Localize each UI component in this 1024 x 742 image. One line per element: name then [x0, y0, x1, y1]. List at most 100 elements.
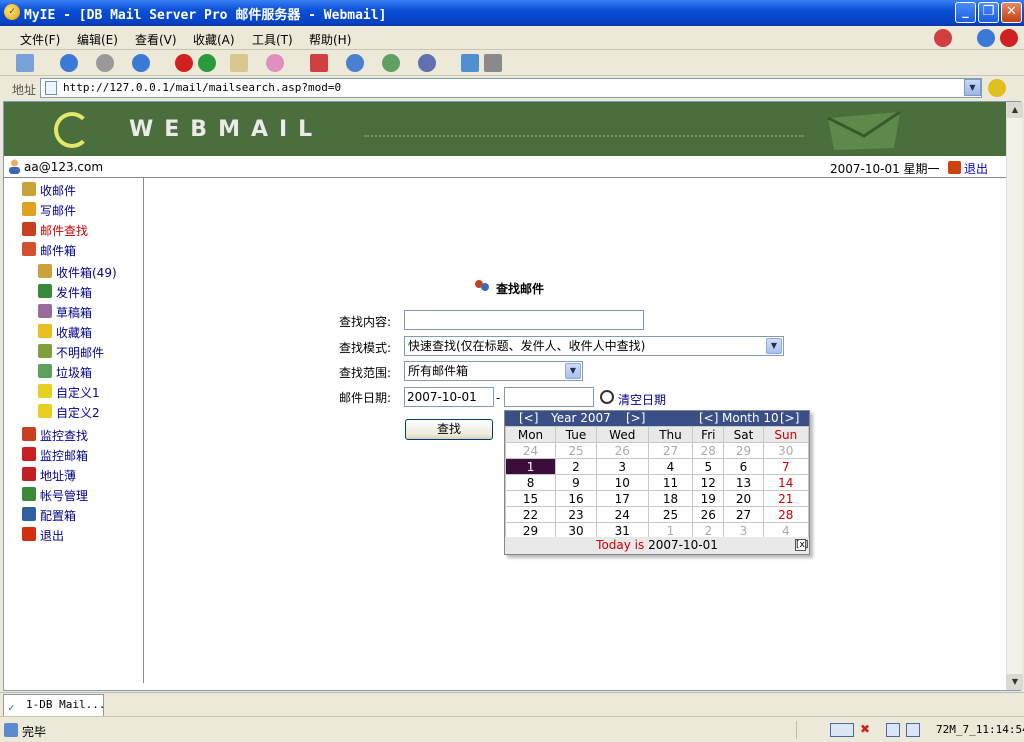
popup-blocker-icon[interactable]: [830, 723, 854, 737]
close-window-button[interactable]: ✕: [1001, 2, 1022, 23]
scroll-down-icon[interactable]: ▼: [1007, 674, 1023, 690]
scroll-up-icon[interactable]: ▲: [1007, 102, 1023, 118]
calendar-day[interactable]: 25: [555, 442, 597, 459]
search-mode-select[interactable]: 快速查找(仅在标题、发件人、收件人中查找) ▼: [404, 336, 784, 356]
calendar-day[interactable]: 30: [762, 442, 810, 459]
calendar-day[interactable]: 24: [504, 442, 557, 459]
block-icon[interactable]: ✖: [860, 722, 870, 736]
ghost-icon[interactable]: [266, 54, 284, 72]
search-button[interactable]: 查找: [405, 419, 493, 440]
clear-date-link[interactable]: 清空日期: [618, 391, 666, 408]
minimize-button[interactable]: _: [955, 2, 976, 23]
date-picker-calendar: [<] Year 2007 [>] [<] Month 10 [>] Mon Tu…: [504, 410, 810, 555]
page-status-icon: [4, 723, 18, 737]
calendar-day[interactable]: 2: [555, 458, 597, 475]
menu-help[interactable]: 帮助(H): [309, 31, 351, 48]
weekday-header: Thu: [647, 426, 694, 443]
close-all-icon[interactable]: [1000, 29, 1018, 47]
refresh-icon[interactable]: [198, 54, 216, 72]
calendar-day[interactable]: 22: [504, 506, 557, 523]
calendar-day[interactable]: 12: [692, 474, 725, 491]
favorites-icon[interactable]: [382, 54, 400, 72]
address-dropdown-icon[interactable]: ▼: [964, 79, 981, 96]
calendar-day[interactable]: 4: [647, 458, 694, 475]
tab-db-mail[interactable]: ✓ 1-DB Mail...: [3, 694, 105, 716]
calendar-day[interactable]: 23: [555, 506, 597, 523]
chevron-down-icon[interactable]: ▼: [565, 363, 581, 379]
menu-tools[interactable]: 工具(T): [252, 31, 293, 48]
stop-icon[interactable]: [175, 54, 193, 72]
menu-file[interactable]: 文件(F): [20, 31, 60, 48]
search-scope-select[interactable]: 所有邮件箱 ▼: [404, 361, 583, 381]
calendar-day[interactable]: 1: [504, 458, 557, 475]
calendar-day[interactable]: 20: [723, 490, 764, 507]
calendar-close-button[interactable]: [x]: [795, 539, 808, 551]
calendar-day[interactable]: 8: [504, 474, 557, 491]
prev-month-button[interactable]: [<]: [699, 411, 718, 426]
calendar-day[interactable]: 26: [692, 506, 725, 523]
calendar-day[interactable]: 6: [723, 458, 764, 475]
calendar-day[interactable]: 24: [595, 506, 649, 523]
window-title: MyIE - [DB Mail Server Pro 邮件服务器 - Webma…: [24, 8, 387, 23]
new-window-icon[interactable]: [16, 54, 34, 72]
date-label: 邮件日期:: [339, 391, 392, 405]
vertical-scrollbar[interactable]: ▲ ▼: [1006, 102, 1023, 690]
calendar-day[interactable]: 25: [647, 506, 694, 523]
chevron-down-icon[interactable]: ▼: [766, 338, 782, 354]
window-icon[interactable]: [461, 54, 479, 72]
window-list-icon[interactable]: [886, 723, 900, 737]
calendar-day[interactable]: 15: [504, 490, 557, 507]
calendar-day[interactable]: 18: [647, 490, 694, 507]
calendar-day[interactable]: 9: [555, 474, 597, 491]
history-icon[interactable]: [418, 54, 436, 72]
next-year-button[interactable]: [>]: [626, 411, 645, 426]
calendar-day[interactable]: 19: [692, 490, 725, 507]
tile-icon[interactable]: [906, 723, 920, 737]
calendar-day[interactable]: 28: [762, 506, 810, 523]
up-icon[interactable]: [132, 54, 150, 72]
calendar-day[interactable]: 3: [595, 458, 649, 475]
calendar-day[interactable]: 11: [647, 474, 694, 491]
next-month-button[interactable]: [>]: [780, 411, 799, 426]
calendar-day[interactable]: 27: [647, 442, 694, 459]
search-content-input[interactable]: [404, 310, 644, 330]
calendar-day[interactable]: 14: [762, 474, 810, 491]
date-to-input[interactable]: [504, 387, 594, 407]
calendar-day[interactable]: 7: [762, 458, 810, 475]
calendar-day[interactable]: 13: [723, 474, 764, 491]
calendar-day[interactable]: 28: [692, 442, 725, 459]
calendar-day[interactable]: 29: [723, 442, 764, 459]
address-input[interactable]: http://127.0.0.1/mail/mailsearch.asp?mod…: [40, 78, 982, 98]
prev-year-button[interactable]: [<]: [519, 411, 538, 426]
menu-favorites[interactable]: 收藏(A): [193, 31, 235, 48]
tab-bar: ✓ 1-DB Mail...: [0, 692, 1024, 716]
page-icon[interactable]: [230, 54, 248, 72]
back-icon[interactable]: [60, 54, 78, 72]
stop-all-icon[interactable]: [934, 29, 952, 47]
calendar-day[interactable]: 17: [595, 490, 649, 507]
go-icon[interactable]: [977, 29, 995, 47]
calendar-day[interactable]: 16: [555, 490, 597, 507]
calendar-day[interactable]: 10: [595, 474, 649, 491]
restore-button[interactable]: ❐: [978, 2, 999, 23]
calendar-day[interactable]: 21: [762, 490, 810, 507]
today-value[interactable]: 2007-10-01: [648, 538, 718, 552]
logout-icon[interactable]: [948, 161, 961, 174]
search-icon[interactable]: [346, 54, 364, 72]
run-icon[interactable]: [988, 79, 1006, 97]
mail-icon[interactable]: [310, 54, 328, 72]
forward-icon[interactable]: [96, 54, 114, 72]
webmail-logo-icon: [54, 112, 90, 148]
window-titlebar: ✓ MyIE - [DB Mail Server Pro 邮件服务器 - Web…: [0, 0, 1024, 26]
logout-link[interactable]: 退出: [964, 160, 988, 177]
date-from-input[interactable]: 2007-10-01: [404, 387, 494, 407]
calendar-day[interactable]: 5: [692, 458, 725, 475]
weekday-header: Tue: [555, 426, 597, 443]
myie-logo-icon: ✓: [4, 4, 20, 20]
menu-view[interactable]: 查看(V): [135, 31, 177, 48]
tools-icon[interactable]: [484, 54, 502, 72]
calendar-day[interactable]: 26: [595, 442, 649, 459]
menu-edit[interactable]: 编辑(E): [77, 31, 118, 48]
calendar-day[interactable]: 27: [723, 506, 764, 523]
current-date: 2007-10-01 星期一: [830, 162, 940, 176]
